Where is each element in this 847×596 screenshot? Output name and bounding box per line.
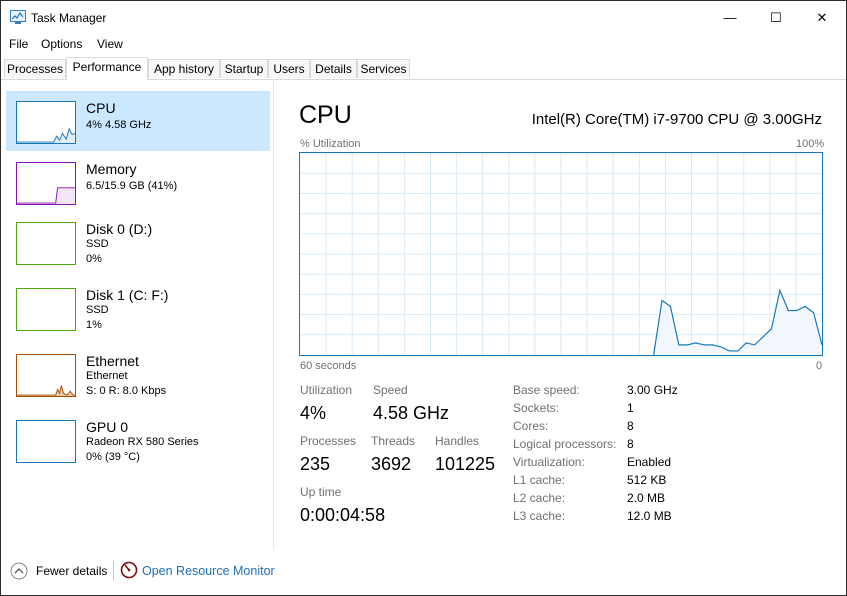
spec-value: 8 xyxy=(627,437,634,451)
processes-value: 235 xyxy=(300,454,331,474)
title-bar[interactable]: Task Manager — ☐ ✕ xyxy=(1,1,846,34)
resource-monitor-icon[interactable] xyxy=(120,561,138,579)
spec-label: L1 cache: xyxy=(513,473,566,487)
cpu-model-name: Intel(R) Core(TM) i7-9700 CPU @ 3.00GHz xyxy=(531,111,822,128)
disk0-thumbnail-graph xyxy=(16,222,76,265)
fewer-details-link[interactable]: Fewer details xyxy=(36,564,107,578)
spec-label: Sockets: xyxy=(513,401,560,415)
graph-max-label: 100% xyxy=(796,138,825,150)
utilization-label: Utilization xyxy=(300,383,353,397)
tab-performance[interactable]: Performance xyxy=(66,57,148,80)
sidebar-item-memory[interactable]: Memory 6.5/15.9 GB (41%) xyxy=(6,152,270,212)
graph-time-label: 60 seconds xyxy=(300,360,357,372)
speed-value: 4.58 GHz xyxy=(373,403,450,423)
footer-divider xyxy=(113,561,114,581)
gpu-thumbnail-graph xyxy=(16,420,76,463)
spec-label: Cores: xyxy=(513,419,549,433)
spec-value: 8 xyxy=(627,419,634,433)
spec-label: L3 cache: xyxy=(513,509,566,523)
maximize-button[interactable]: ☐ xyxy=(753,1,799,34)
spec-value: 3.00 GHz xyxy=(627,383,678,397)
sidebar-item-detail: 6.5/15.9 GB (41%) xyxy=(86,180,178,192)
menu-view[interactable]: View xyxy=(97,37,123,51)
sidebar-item-name: Ethernet xyxy=(86,353,139,369)
spec-label: Virtualization: xyxy=(513,455,585,469)
spec-value: 12.0 MB xyxy=(627,509,672,523)
resource-sidebar: CPU 4% 4.58 GHz Memory 6.5/15.9 GB (41%)… xyxy=(1,80,274,550)
ethernet-thumbnail-graph xyxy=(16,354,76,397)
sidebar-item-detail: 1% xyxy=(86,319,102,331)
menu-options[interactable]: Options xyxy=(41,37,82,51)
task-manager-window: Task Manager — ☐ ✕ File Options View Pro… xyxy=(0,0,847,596)
chevron-up-circle-icon[interactable] xyxy=(10,562,28,580)
menu-bar: File Options View xyxy=(1,34,846,54)
disk1-thumbnail-graph xyxy=(16,288,76,331)
utilization-value: 4% xyxy=(300,403,327,423)
sidebar-item-detail: Ethernet xyxy=(86,370,128,382)
uptime-label: Up time xyxy=(300,485,342,499)
sidebar-item-cpu[interactable]: CPU 4% 4.58 GHz xyxy=(6,91,270,151)
sidebar-item-name: Disk 1 (C: F:) xyxy=(86,287,169,303)
handles-label: Handles xyxy=(435,434,480,448)
sidebar-item-name: Disk 0 (D:) xyxy=(86,221,153,237)
sidebar-item-name: Memory xyxy=(86,161,137,177)
tab-strip: Processes Performance App history Startu… xyxy=(1,57,846,80)
handles-value: 101225 xyxy=(435,454,496,474)
sidebar-item-detail: SSD xyxy=(86,304,109,316)
close-button[interactable]: ✕ xyxy=(799,1,845,34)
sidebar-item-detail: S: 0 R: 8.0 Kbps xyxy=(86,385,167,397)
open-resource-monitor-link[interactable]: Open Resource Monitor xyxy=(142,564,275,578)
task-manager-icon xyxy=(10,10,26,24)
memory-thumbnail-graph xyxy=(16,162,76,205)
tab-processes[interactable]: Processes xyxy=(4,59,66,78)
sidebar-item-detail: SSD xyxy=(86,238,109,250)
spec-value: 512 KB xyxy=(627,473,667,487)
close-icon: ✕ xyxy=(816,9,828,25)
cpu-utilization-graph xyxy=(299,152,823,356)
processes-label: Processes xyxy=(300,434,357,448)
sidebar-item-detail: 0% xyxy=(86,253,102,265)
spec-label: Base speed: xyxy=(513,383,580,397)
tab-details[interactable]: Details xyxy=(310,59,357,78)
menu-file[interactable]: File xyxy=(9,37,28,51)
tab-startup[interactable]: Startup xyxy=(220,59,268,78)
sidebar-item-ethernet[interactable]: Ethernet Ethernet S: 0 R: 8.0 Kbps xyxy=(6,344,270,404)
spec-label: Logical processors: xyxy=(513,437,617,451)
uptime-value: 0:00:04:58 xyxy=(300,505,386,525)
sidebar-item-name: GPU 0 xyxy=(86,419,129,435)
footer-bar: Fewer details Open Resource Monitor xyxy=(1,557,846,587)
window-title: Task Manager xyxy=(31,11,107,25)
sidebar-item-detail: 0% (39 °C) xyxy=(86,451,140,463)
threads-value: 3692 xyxy=(371,454,412,474)
graph-min-label: 0 xyxy=(816,360,823,372)
graph-grid xyxy=(300,153,822,355)
minimize-button[interactable]: — xyxy=(707,1,753,34)
cpu-thumbnail-graph xyxy=(16,101,76,144)
speed-label: Speed xyxy=(373,383,408,397)
spec-value: 2.0 MB xyxy=(627,491,666,505)
threads-label: Threads xyxy=(371,434,416,448)
sidebar-item-disk-0[interactable]: Disk 0 (D:) SSD 0% xyxy=(6,212,270,272)
sidebar-item-detail: 4% 4.58 GHz xyxy=(86,119,152,131)
spec-label: L2 cache: xyxy=(513,491,566,505)
tab-users[interactable]: Users xyxy=(268,59,310,78)
graph-y-label: % Utilization xyxy=(300,138,361,150)
sidebar-item-gpu-0[interactable]: GPU 0 Radeon RX 580 Series 0% (39 °C) xyxy=(6,410,270,470)
sidebar-item-disk-1[interactable]: Disk 1 (C: F:) SSD 1% xyxy=(6,278,270,338)
page-title: CPU xyxy=(299,101,352,129)
tab-services[interactable]: Services xyxy=(357,59,410,78)
sidebar-item-detail: Radeon RX 580 Series xyxy=(86,436,199,448)
minimize-icon: — xyxy=(723,10,737,25)
sidebar-item-name: CPU xyxy=(86,100,116,116)
spec-value: 1 xyxy=(627,401,634,415)
maximize-icon: ☐ xyxy=(770,9,782,25)
tab-app-history[interactable]: App history xyxy=(148,59,220,78)
spec-value: Enabled xyxy=(627,455,672,469)
